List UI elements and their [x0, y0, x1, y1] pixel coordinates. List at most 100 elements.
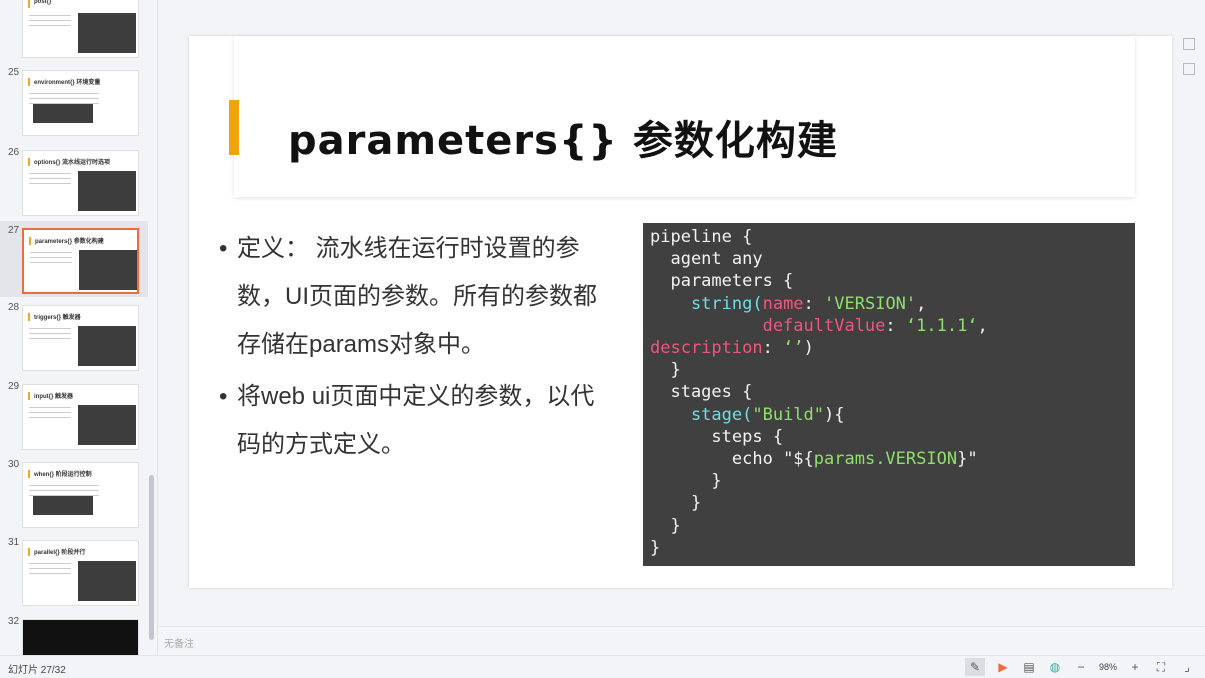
slide-thumbnail-30[interactable]: 30 when{} 阶段运行控制	[0, 455, 148, 531]
thumbnail-accent-bar	[28, 78, 30, 86]
thumbnail-preview: environment{} 环境变量	[22, 70, 139, 136]
thumbnail-title: parallel{} 阶段并行	[34, 550, 86, 556]
play-slideshow-icon[interactable]: ▶	[995, 658, 1011, 676]
slide-thumbnail-32[interactable]: 32	[0, 612, 148, 655]
thumbnail-number: 27	[8, 225, 20, 236]
code-token: "${	[783, 449, 814, 470]
code-line: description: ‘’)	[650, 337, 1128, 359]
zoom-in-icon[interactable]: +	[1127, 658, 1143, 676]
code-line: parameters {	[650, 270, 1128, 292]
thumbnail-text-line	[29, 407, 71, 408]
bullet-web-ui[interactable]: 将web ui页面中定义的参数，以代码的方式定义。	[219, 373, 609, 469]
annotation-pen-icon[interactable]: ✎	[964, 658, 985, 676]
code-token: :	[762, 338, 784, 359]
slide-thumbnail-28[interactable]: 28 triggers{} 触发器	[0, 298, 148, 374]
thumbnail-accent-bar	[28, 548, 30, 556]
slide-thumbnail-31[interactable]: 31 parallel{} 阶段并行	[0, 533, 148, 609]
code-token: steps {	[650, 426, 784, 447]
web-share-icon[interactable]: ◍	[1047, 658, 1063, 676]
thumbnail-title: options{} 流水线运行时选项	[34, 160, 110, 166]
thumbnail-text-line	[29, 417, 71, 418]
thumbnail-title: environment{} 环境变量	[34, 80, 101, 86]
code-token: ,	[916, 293, 927, 314]
slide-thumbnail-27[interactable]: 27 parameters{} 参数化构建	[0, 221, 148, 297]
thumbnail-title: triggers{} 触发器	[34, 315, 81, 321]
code-token: }	[650, 360, 681, 381]
thumbnail-text-line	[29, 25, 71, 26]
title-accent-bar	[229, 100, 239, 155]
code-token: echo	[650, 449, 784, 470]
thumbnail-text-line	[29, 328, 71, 329]
slide-title[interactable]: parameters{} 参数化构建	[288, 108, 838, 166]
code-line: pipeline {	[650, 226, 1128, 248]
code-token: stage(	[650, 404, 753, 425]
code-token: description	[650, 338, 763, 359]
thumbnail-text-line	[29, 573, 71, 574]
slide-count: 幻灯片 27/32	[8, 665, 66, 676]
code-token: }	[650, 493, 702, 514]
thumbnail-text-line	[29, 178, 71, 179]
thumbnail-text-line	[30, 252, 72, 253]
layout-icon[interactable]	[1183, 38, 1195, 50]
thumbnail-text-line	[29, 563, 71, 564]
thumbnail-code-block	[78, 326, 136, 366]
code-token: 'VERSION'	[824, 293, 917, 314]
code-line: }	[650, 492, 1128, 514]
thumbnail-title: post{}	[34, 0, 52, 5]
code-line: agent any	[650, 248, 1128, 270]
notes-placeholder: 无备注	[164, 639, 194, 650]
thumbnail-number: 30	[8, 459, 20, 470]
slide-canvas[interactable]: parameters{} 参数化构建 定义： 流水线在运行时设置的参数，UI页面…	[189, 36, 1172, 588]
background-icon[interactable]	[1183, 63, 1195, 75]
thumbnail-text-line	[29, 103, 99, 104]
code-token: name	[762, 293, 804, 314]
thumbnail-code-block	[78, 405, 136, 445]
slide-thumbnail-25[interactable]: 25 environment{} 环境变量	[0, 63, 148, 139]
right-toolbar	[1183, 38, 1195, 75]
slide-thumbnail-24[interactable]: 24post{}	[0, 0, 148, 61]
code-token: }	[650, 537, 661, 558]
thumbnail-text-line	[29, 15, 71, 16]
fit-window-icon[interactable]: ⛶	[1153, 658, 1169, 676]
thumbnail-title: parameters{} 参数化构建	[35, 239, 104, 245]
thumbnail-accent-bar	[28, 392, 30, 400]
code-line: steps {	[650, 426, 1128, 448]
zoom-out-icon[interactable]: −	[1073, 658, 1089, 676]
thumbnail-preview: parallel{} 阶段并行	[22, 540, 139, 606]
code-token: :	[885, 315, 906, 336]
code-line: string(name: 'VERSION',	[650, 293, 1128, 315]
thumbnail-text-line	[29, 568, 71, 569]
code-line: defaultValue: ‘1.1.1‘,	[650, 315, 1128, 337]
code-token: params.VERSION	[813, 449, 958, 470]
slide-thumbnail-29[interactable]: 29 input{} 触发器	[0, 377, 148, 453]
bullet-definition[interactable]: 定义： 流水线在运行时设置的参数，UI页面的参数。所有的参数都存储在params…	[219, 225, 609, 369]
slide-thumbnail-26[interactable]: 26 options{} 流水线运行时选项	[0, 143, 148, 219]
code-token: defaultValue	[650, 315, 886, 336]
thumbnail-preview	[22, 619, 139, 655]
thumbnail-code-block	[78, 171, 136, 211]
thumbnail-code-block	[79, 250, 137, 290]
thumbnail-text-line	[29, 98, 99, 99]
thumbnail-title: input{} 触发器	[34, 394, 73, 400]
notes-view-icon[interactable]: ▤	[1021, 658, 1037, 676]
code-line: stage("Build"){	[650, 404, 1128, 426]
thumbnail-text-line	[29, 20, 71, 21]
thumbnail-number: 29	[8, 381, 20, 392]
code-token: ,	[977, 315, 988, 336]
code-line: }	[650, 515, 1128, 537]
thumbnail-scrollbar[interactable]	[149, 475, 154, 640]
thumbnail-accent-bar	[29, 237, 31, 245]
thumbnail-text-line	[29, 485, 99, 486]
code-line: }	[650, 470, 1128, 492]
thumbnail-text-line	[29, 93, 99, 94]
collapse-icon[interactable]: ⌟	[1179, 658, 1195, 676]
thumbnail-text-line	[29, 173, 71, 174]
notes-area[interactable]: 无备注	[159, 626, 1205, 655]
zoom-level[interactable]: 98%	[1099, 662, 1117, 672]
thumbnail-text-line	[29, 495, 99, 496]
code-line: stages {	[650, 381, 1128, 403]
thumbnail-title: when{} 阶段运行控制	[34, 472, 92, 478]
code-block[interactable]: pipeline { agent any parameters { string…	[643, 223, 1135, 566]
thumbnail-number: 26	[8, 147, 20, 158]
thumbnail-preview: when{} 阶段运行控制	[22, 462, 139, 528]
